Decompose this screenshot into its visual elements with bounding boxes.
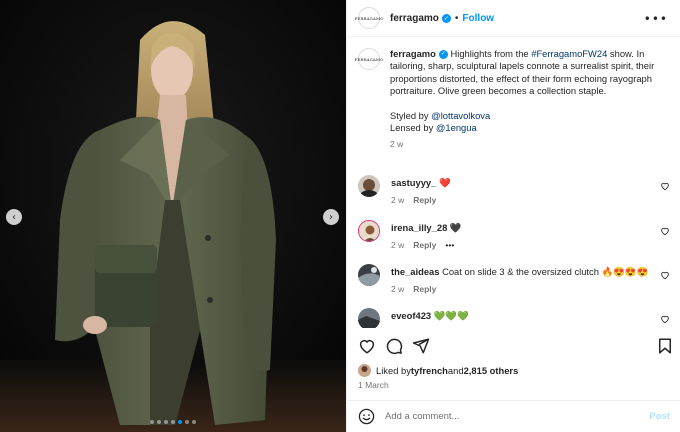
comment-composer: Post: [347, 400, 680, 432]
hashtag-link[interactable]: #FerragamoFW24: [531, 48, 607, 59]
reply-button[interactable]: Reply: [413, 284, 436, 294]
lensed-by-label: Lensed by: [390, 122, 436, 134]
separator-dot: •: [454, 12, 459, 24]
comment-text: Coat on slide 3 & the oversized clutch 🔥…: [442, 266, 649, 277]
carousel-dot: [192, 420, 196, 424]
photographer-mention-link[interactable]: @1engua: [436, 122, 477, 133]
carousel-dot: [185, 420, 189, 424]
post-actions-bar: [347, 334, 680, 358]
post-header: FERRAGAMO ferragamo ✓ • Follow •••: [347, 0, 680, 37]
post-date: 1 March: [358, 380, 389, 390]
commenter-avatar[interactable]: [358, 175, 380, 197]
verified-badge-icon: ✓: [438, 50, 448, 60]
comment-time: 2 w: [391, 284, 405, 294]
likes-summary: Liked by tyfrench and 2,815 others: [358, 364, 518, 377]
like-comment-heart-icon[interactable]: [660, 181, 670, 191]
verified-badge-icon: ✓: [441, 13, 451, 23]
more-options-icon[interactable]: •••: [644, 12, 668, 26]
post-caption: FERRAGAMO ferragamo ✓ Highlights from the…: [355, 48, 670, 151]
avatar-logo-text: FERRAGAMO: [354, 56, 384, 62]
liker-username[interactable]: tyfrench: [411, 365, 448, 376]
post-side-panel: FERRAGAMO ferragamo ✓ • Follow ••• FERRA…: [346, 0, 680, 432]
carousel-next-button[interactable]: ›: [323, 209, 339, 225]
save-bookmark-icon[interactable]: [656, 337, 674, 355]
reply-button[interactable]: Reply: [413, 240, 436, 250]
comment-time: 2 w: [391, 195, 405, 205]
share-send-icon[interactable]: [412, 337, 430, 355]
carousel-dot: [171, 420, 175, 424]
caption-timestamp: 2 w: [390, 139, 404, 150]
commenter-username[interactable]: the_aideas: [391, 266, 439, 277]
stylist-mention-link[interactable]: @lottavolkova: [431, 110, 490, 121]
like-comment-heart-icon[interactable]: [660, 226, 670, 236]
like-comment-heart-icon[interactable]: [660, 314, 670, 324]
carousel-dot: [164, 420, 168, 424]
comment-time: 2 w: [391, 240, 405, 250]
comment-more-options-icon[interactable]: •••: [445, 240, 454, 250]
caption-avatar[interactable]: FERRAGAMO: [355, 48, 383, 70]
comment-text: 💚💚💚: [433, 310, 469, 321]
comments-scroll-area[interactable]: FERRAGAMO ferragamo ✓ Highlights from the…: [347, 38, 680, 328]
chevron-left-icon: ‹: [12, 211, 16, 223]
author-avatar[interactable]: FERRAGAMO: [355, 7, 383, 29]
like-heart-icon[interactable]: [358, 337, 376, 355]
commenter-avatar[interactable]: [358, 264, 380, 286]
chevron-right-icon: ›: [329, 211, 333, 223]
emoji-icon[interactable]: [358, 408, 375, 425]
commenter-username[interactable]: sastuyyy_: [391, 177, 436, 188]
post-comment-button[interactable]: Post: [649, 411, 670, 422]
follow-button[interactable]: Follow: [462, 13, 494, 24]
commenter-username[interactable]: irena_illy_28: [391, 222, 447, 233]
likes-count[interactable]: 2,815 others: [464, 365, 519, 376]
commenter-username[interactable]: eveof423: [391, 310, 431, 321]
avatar-logo-text: FERRAGAMO: [354, 15, 384, 21]
carousel-dot: [178, 420, 182, 424]
comment-bubble-icon[interactable]: [385, 337, 403, 355]
commenter-avatar[interactable]: [358, 308, 380, 328]
carousel-indicator: [0, 420, 346, 424]
likes-middle: and: [447, 365, 464, 376]
caption-username[interactable]: ferragamo: [390, 48, 436, 59]
likes-prefix: Liked by: [376, 365, 411, 376]
reply-button[interactable]: Reply: [413, 195, 436, 205]
liker-avatar[interactable]: [358, 364, 371, 377]
like-comment-heart-icon[interactable]: [660, 270, 670, 280]
add-comment-input[interactable]: [385, 411, 635, 422]
carousel-prev-button[interactable]: ‹: [6, 209, 22, 225]
post-photo: [0, 0, 346, 432]
styled-by-label: Styled by: [390, 109, 432, 121]
post-media[interactable]: ‹ ›: [0, 0, 346, 432]
comment-text: ❤️: [438, 177, 451, 188]
caption-text-before: Highlights from the: [447, 48, 532, 59]
carousel-dot: [150, 420, 154, 424]
commenter-avatar[interactable]: [358, 220, 380, 242]
carousel-dot: [157, 420, 161, 424]
author-username[interactable]: ferragamo: [390, 13, 439, 24]
comment-text: 🖤: [449, 222, 462, 233]
